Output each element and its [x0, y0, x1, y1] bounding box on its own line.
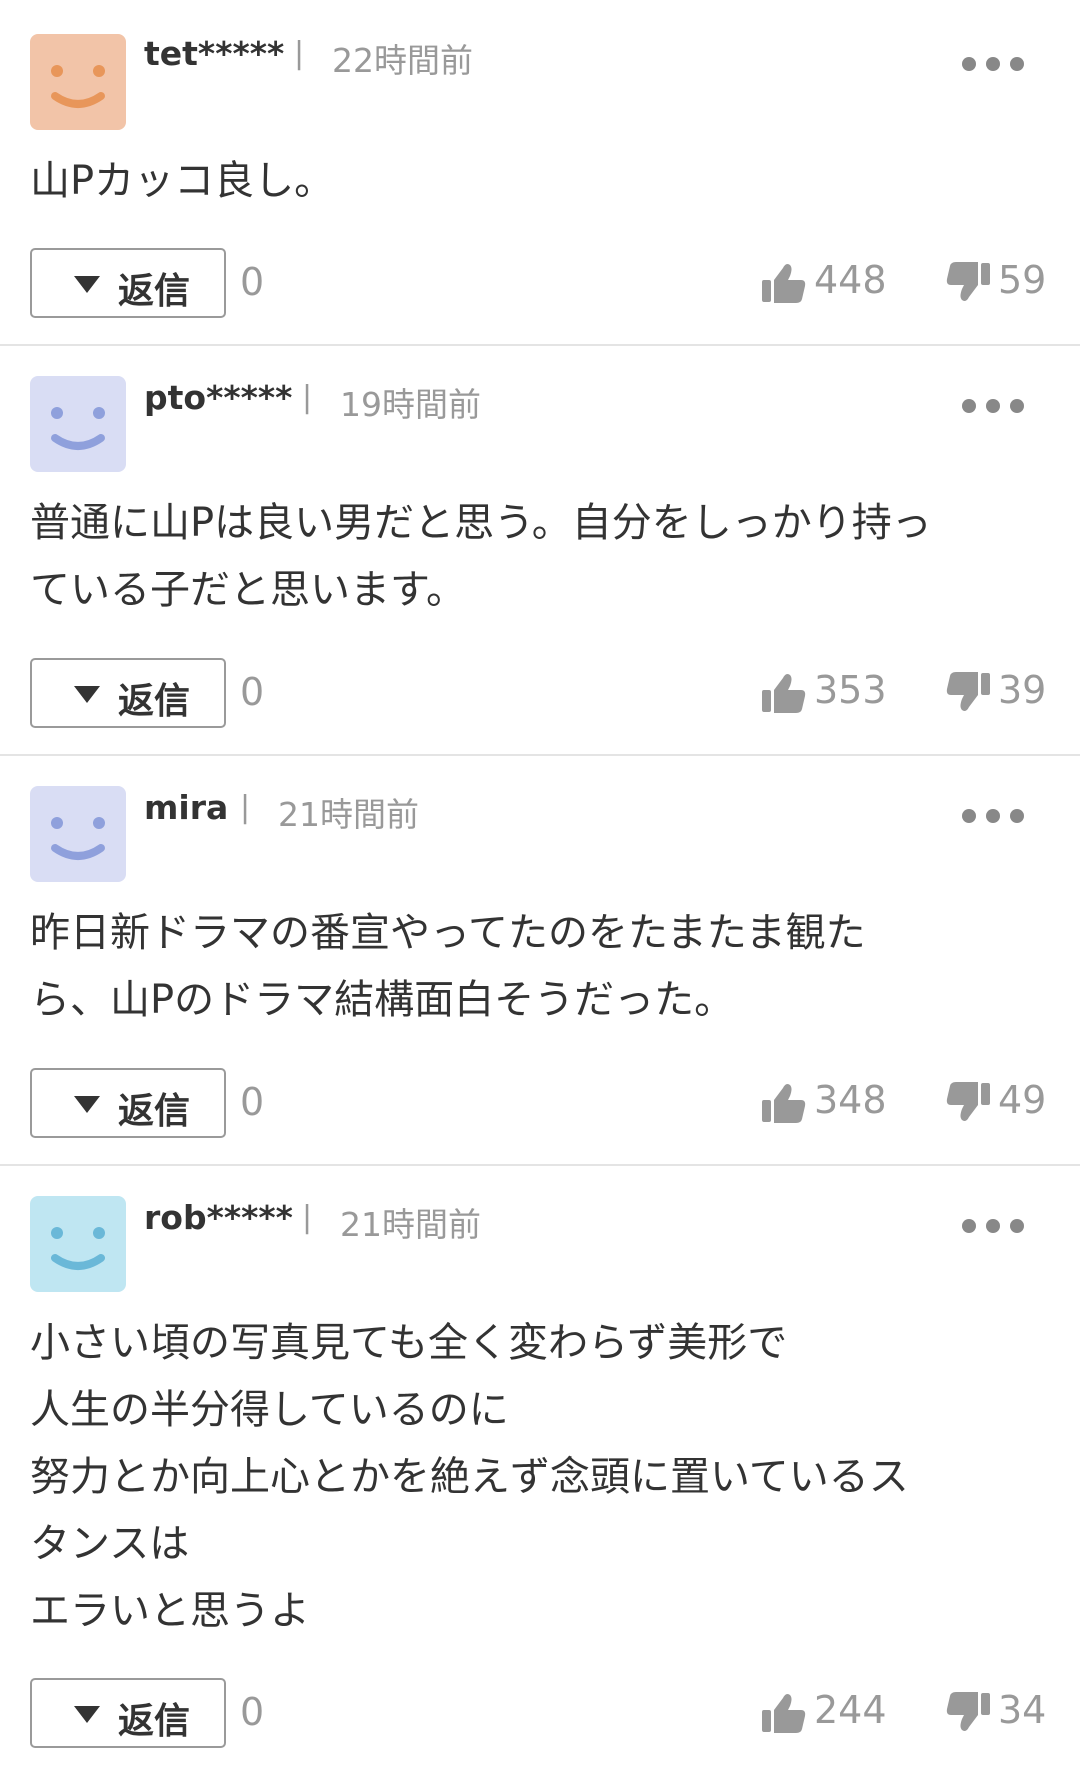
comment-item: pto***** | 19時間前 普通に山Pは良い男だと思う。自分をしっかり持っ…: [0, 346, 1080, 756]
smiley-face-icon: [51, 1227, 105, 1270]
separator: |: [294, 36, 305, 71]
reply-label: 返信: [118, 1091, 191, 1132]
username[interactable]: rob*****: [144, 1198, 293, 1237]
like-count: 353: [814, 668, 887, 712]
comment-text: 小さい頃の写真見ても全く変わらず美形で 人生の半分得しているのに 努力とか向上心…: [30, 1320, 909, 1634]
chevron-down-icon: [74, 276, 100, 293]
avatar[interactable]: [30, 786, 126, 882]
username[interactable]: tet*****: [144, 34, 284, 73]
thumbs-down-icon: [946, 1082, 990, 1121]
reply-count: 0: [240, 260, 265, 304]
comment-text: 昨日新ドラマの番宣やってたのをたまたま観た ら、山Pのドラマ結構面白そうだった。: [30, 910, 866, 1023]
comment-item: tet***** | 22時間前 山Pカッコ良し。 返信 0 448 59: [0, 0, 1080, 346]
reply-button[interactable]: 返信: [30, 1678, 226, 1748]
chevron-down-icon: [74, 1096, 100, 1113]
smiley-face-icon: [51, 817, 105, 860]
separator: |: [302, 1200, 313, 1235]
thumbs-up-icon: [762, 1084, 806, 1123]
reply-label: 返信: [118, 1701, 191, 1742]
separator: |: [240, 790, 251, 825]
like-button[interactable]: 448: [762, 258, 892, 308]
smiley-face-icon: [51, 65, 105, 108]
thumbs-up-icon: [762, 1694, 806, 1733]
thumbs-up-icon: [762, 674, 806, 713]
chevron-down-icon: [74, 1706, 100, 1723]
dislike-button[interactable]: 59: [946, 258, 1056, 308]
reply-button[interactable]: 返信: [30, 1068, 226, 1138]
avatar[interactable]: [30, 376, 126, 472]
like-count: 244: [814, 1688, 887, 1732]
comment-text: 山Pカッコ良し。: [30, 158, 335, 204]
dislike-count: 34: [998, 1688, 1047, 1732]
like-count: 348: [814, 1078, 887, 1122]
dislike-button[interactable]: 34: [946, 1688, 1056, 1738]
more-options-icon[interactable]: [960, 1216, 1026, 1236]
reply-label: 返信: [118, 271, 191, 312]
reply-count: 0: [240, 1080, 265, 1124]
reply-count: 0: [240, 670, 265, 714]
separator: |: [302, 380, 313, 415]
smiley-face-icon: [51, 407, 105, 450]
dislike-count: 59: [998, 258, 1047, 302]
more-options-icon[interactable]: [960, 396, 1026, 416]
thumbs-down-icon: [946, 262, 990, 301]
more-options-icon[interactable]: [960, 54, 1026, 74]
comment-text: 普通に山Pは良い男だと思う。自分をしっかり持っ ている子だと思います。: [30, 500, 932, 613]
username[interactable]: pto*****: [144, 378, 292, 417]
reply-button[interactable]: 返信: [30, 248, 226, 318]
avatar[interactable]: [30, 1196, 126, 1292]
like-button[interactable]: 244: [762, 1688, 892, 1738]
username[interactable]: mira: [144, 788, 228, 827]
dislike-count: 49: [998, 1078, 1047, 1122]
comment-item: mira | 21時間前 昨日新ドラマの番宣やってたのをたまたま観た ら、山Pの…: [0, 756, 1080, 1166]
dislike-button[interactable]: 39: [946, 668, 1056, 718]
like-count: 448: [814, 258, 887, 302]
timestamp: 21時間前: [340, 1205, 481, 1244]
comment-item: rob***** | 21時間前 小さい頃の写真見ても全く変わらず美形で 人生の…: [0, 1166, 1080, 1772]
reply-label: 返信: [118, 681, 191, 722]
thumbs-down-icon: [946, 1692, 990, 1731]
timestamp: 21時間前: [278, 795, 419, 834]
chevron-down-icon: [74, 686, 100, 703]
like-button[interactable]: 353: [762, 668, 892, 718]
avatar[interactable]: [30, 34, 126, 130]
timestamp: 19時間前: [340, 385, 481, 424]
thumbs-down-icon: [946, 672, 990, 711]
reply-button[interactable]: 返信: [30, 658, 226, 728]
more-options-icon[interactable]: [960, 806, 1026, 826]
dislike-button[interactable]: 49: [946, 1078, 1056, 1128]
like-button[interactable]: 348: [762, 1078, 892, 1128]
thumbs-up-icon: [762, 264, 806, 303]
reply-count: 0: [240, 1690, 265, 1734]
dislike-count: 39: [998, 668, 1047, 712]
timestamp: 22時間前: [332, 41, 473, 80]
